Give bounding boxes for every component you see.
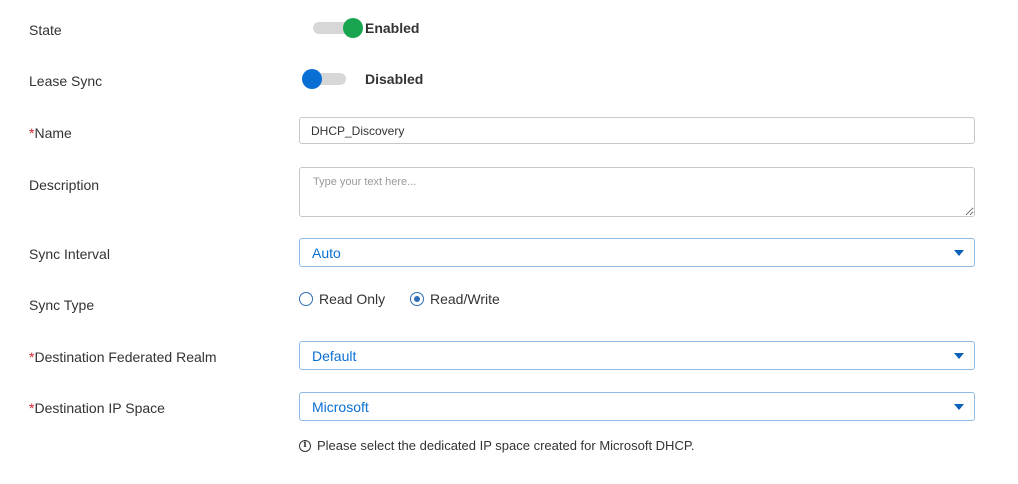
- name-label-text: Name: [34, 125, 72, 141]
- sync-interval-select[interactable]: Auto: [299, 238, 975, 267]
- state-label: State: [29, 22, 62, 38]
- description-textarea[interactable]: [299, 167, 975, 217]
- destination-realm-label: *Destination Federated Realm: [29, 348, 217, 366]
- lease-sync-status: Disabled: [365, 71, 424, 87]
- destination-ip-space-label-text: Destination IP Space: [34, 400, 165, 416]
- description-label: Description: [29, 177, 100, 193]
- destination-ip-space-value: Microsoft: [312, 399, 369, 415]
- caret-down-icon: [954, 353, 964, 359]
- caret-down-icon: [954, 404, 964, 410]
- radio-read-only-label: Read Only: [319, 291, 386, 307]
- destination-ip-space-label: *Destination IP Space: [29, 399, 165, 417]
- toggle-knob: [302, 69, 322, 89]
- radio-read-only[interactable]: Read Only: [299, 291, 389, 309]
- radio-selected-icon: [410, 292, 424, 306]
- radio-read-write[interactable]: Read/Write: [410, 291, 510, 309]
- name-input[interactable]: [299, 117, 975, 144]
- destination-realm-value: Default: [312, 348, 357, 364]
- name-label: *Name: [29, 124, 72, 142]
- destination-realm-select[interactable]: Default: [299, 341, 975, 370]
- lease-sync-label: Lease Sync: [29, 73, 103, 89]
- destination-realm-label-text: Destination Federated Realm: [34, 349, 217, 365]
- destination-ip-space-select[interactable]: Microsoft: [299, 392, 975, 421]
- state-status: Enabled: [365, 20, 420, 36]
- toggle-knob: [343, 18, 363, 38]
- radio-circle-icon: [299, 292, 313, 306]
- radio-dot: [414, 296, 420, 302]
- info-icon: i: [299, 440, 311, 452]
- caret-down-icon: [954, 250, 964, 256]
- hint-text: Please select the dedicated IP space cre…: [317, 438, 695, 453]
- sync-interval-value: Auto: [312, 245, 341, 261]
- sync-interval-label: Sync Interval: [29, 246, 110, 262]
- state-toggle[interactable]: [311, 18, 363, 38]
- sync-type-label: Sync Type: [29, 297, 95, 313]
- lease-sync-toggle[interactable]: [300, 69, 348, 89]
- radio-read-write-label: Read/Write: [430, 291, 500, 307]
